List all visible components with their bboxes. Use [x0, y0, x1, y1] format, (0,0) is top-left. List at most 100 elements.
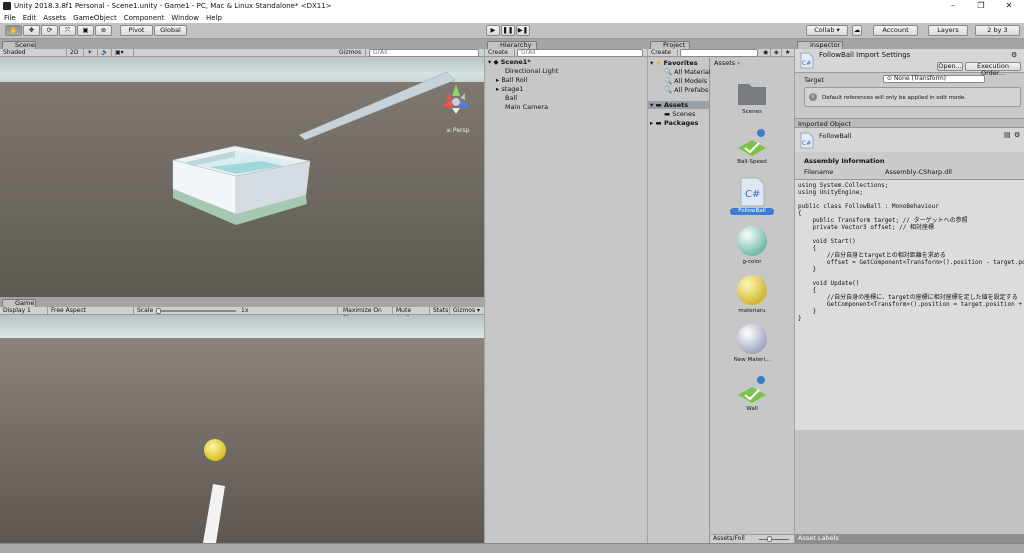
favorite-item-label: All Prefabs	[674, 86, 709, 94]
material-new-icon[interactable]	[736, 323, 768, 355]
import-settings-title: FollowBall Import Settings	[819, 51, 911, 59]
asset-labels-bar[interactable]: Asset Labels	[795, 534, 1024, 543]
2d-toggle[interactable]: 2D	[67, 49, 84, 57]
scene-search-input[interactable]: GrAll	[369, 49, 479, 57]
filter-type-icon[interactable]: ◉	[760, 49, 771, 57]
help-book-icon[interactable]: ▤	[1004, 131, 1011, 139]
maximize-button[interactable]: ❐	[970, 0, 992, 12]
effects-dropdown-icon[interactable]: ▣▾	[112, 49, 134, 57]
menu-component[interactable]: Component	[124, 14, 165, 22]
scene-gizmos-dropdown[interactable]: Gizmos ▾	[336, 49, 366, 64]
cloud-icon[interactable]: ☁	[852, 25, 862, 36]
icon-size-slider[interactable]	[759, 539, 789, 540]
collab-button[interactable]: Collab ▾	[806, 25, 848, 36]
packages-folder-row[interactable]: ▸ ▬ Packages	[650, 119, 698, 127]
icon-size-handle[interactable]	[767, 536, 772, 542]
scene-viewport[interactable]: ≤ Persp	[0, 58, 484, 297]
target-field[interactable]: ⊙ None (Transform)	[883, 75, 985, 83]
pivot-button[interactable]: Pivot	[120, 25, 153, 36]
audio-toggle-icon[interactable]: 🔈	[98, 49, 112, 57]
material-materiaru-icon[interactable]	[736, 274, 768, 306]
project-search-input[interactable]	[680, 49, 758, 57]
lighting-toggle-icon[interactable]: ☀	[84, 49, 98, 57]
menu-window[interactable]: Window	[171, 14, 199, 22]
open-button[interactable]: Open...	[937, 62, 963, 71]
menu-assets[interactable]: Assets	[43, 14, 66, 22]
scale-slider-handle[interactable]	[156, 308, 161, 314]
imported-object-box: C# FollowBall ▤ ⚙	[795, 128, 1024, 152]
csharp-script-icon[interactable]: C#	[736, 176, 768, 208]
scene-render	[0, 58, 484, 297]
account-dropdown[interactable]: Account	[873, 25, 918, 36]
layers-dropdown[interactable]: Layers	[928, 25, 968, 36]
import-settings-header: C# FollowBall Import Settings Open... Ex…	[795, 49, 1024, 77]
stats-toggle[interactable]: Stats	[430, 307, 450, 315]
scale-slider[interactable]	[156, 310, 236, 312]
favorite-star-icon[interactable]: ★	[782, 49, 794, 57]
execution-order-button[interactable]: Execution Order...	[965, 62, 1021, 77]
folder-icon[interactable]	[736, 77, 768, 109]
hierarchy-item[interactable]: ▸ Ball Roll	[496, 76, 527, 84]
favorite-item[interactable]: 🔍 All Models	[664, 77, 707, 85]
menu-gameobject[interactable]: GameObject	[73, 14, 117, 22]
layout-dropdown[interactable]: 2 by 3	[975, 25, 1020, 36]
display-dropdown[interactable]: Display 1	[0, 307, 48, 315]
mute-audio-toggle[interactable]: Mute Audio	[393, 307, 430, 322]
close-button[interactable]: ✕	[998, 0, 1020, 12]
transform-tool-button[interactable]: ⊛	[95, 25, 112, 36]
target-value: None (Transform)	[893, 75, 947, 82]
favorite-item[interactable]: 🔍 All Prefabs	[664, 86, 710, 94]
global-button[interactable]: Global	[154, 25, 187, 36]
rotate-tool-button[interactable]: ⟳	[41, 25, 58, 36]
move-tool-button[interactable]: ✥	[23, 25, 40, 36]
hierarchy-item[interactable]: Directional Light	[505, 67, 558, 75]
step-button[interactable]: ▶❚	[516, 25, 530, 36]
project-tab-label: Project	[663, 41, 686, 49]
game-gizmos-dropdown[interactable]: Gizmos ▾	[450, 307, 484, 315]
aspect-dropdown[interactable]: Free Aspect	[48, 307, 134, 315]
tab-inspector[interactable]: Inspector	[797, 41, 843, 49]
settings-gear-icon[interactable]: ⚙	[1011, 51, 1017, 59]
scale-tool-button[interactable]: ⤧	[59, 25, 76, 36]
prefab-ball-speed-icon[interactable]	[736, 126, 768, 158]
menu-help[interactable]: Help	[206, 14, 222, 22]
hierarchy-search-input[interactable]: GrAll	[517, 49, 643, 57]
menu-edit[interactable]: Edit	[23, 14, 37, 22]
prefab-wall-icon[interactable]	[736, 373, 768, 405]
scenes-folder-row[interactable]: ▬ Scenes	[664, 110, 695, 118]
game-viewport[interactable]	[0, 316, 484, 543]
scenes-folder-label: Scenes	[672, 110, 696, 118]
hierarchy-item[interactable]: ▸ stage1	[496, 85, 524, 93]
asset-breadcrumb[interactable]: Assets ›	[714, 59, 740, 67]
pause-button[interactable]: ❚❚	[501, 25, 515, 36]
assets-folder-label: Assets	[663, 101, 689, 109]
shading-dropdown[interactable]: Shaded	[0, 49, 67, 57]
tab-project[interactable]: Project	[650, 41, 690, 49]
hierarchy-create-button[interactable]: Create ▾	[485, 49, 515, 64]
assets-folder-row[interactable]: ▾ ▬ Assets	[648, 101, 709, 109]
play-button[interactable]: ▶	[486, 25, 500, 36]
persp-label[interactable]: ≤ Persp	[446, 127, 469, 135]
tab-scene[interactable]: Scene	[2, 41, 36, 49]
filter-label-icon[interactable]: ◈	[771, 49, 782, 57]
scene-root-row[interactable]: ▾ ◆ Scene1*	[488, 58, 644, 66]
menu-file[interactable]: File	[4, 14, 16, 22]
info-icon: i	[809, 93, 817, 101]
material-g-color-icon[interactable]	[736, 225, 768, 257]
favorite-item[interactable]: 🔍 All Materials	[664, 68, 710, 76]
asset-label: Wall	[746, 406, 758, 412]
favorites-row[interactable]: ▾ ★ Favorites	[650, 59, 698, 67]
project-create-button[interactable]: Create ▾	[648, 49, 678, 64]
hierarchy-item[interactable]: Ball	[505, 94, 517, 102]
2d-label: 2D	[70, 49, 79, 56]
hierarchy-item[interactable]: Main Camera	[505, 103, 548, 111]
component-gear-icon[interactable]: ⚙	[1014, 131, 1020, 139]
game-gizmos-label: Gizmos ▾	[453, 307, 481, 314]
imported-object-label: Imported Object	[798, 120, 851, 128]
tab-hierarchy[interactable]: Hierarchy	[487, 41, 537, 49]
hand-tool-button[interactable]: ✋	[5, 25, 22, 36]
maximize-on-play-toggle[interactable]: Maximize On Play	[340, 307, 393, 322]
rect-tool-button[interactable]: ▣	[77, 25, 94, 36]
tab-game[interactable]: Game	[2, 299, 36, 307]
minimize-button[interactable]: –	[942, 0, 964, 12]
